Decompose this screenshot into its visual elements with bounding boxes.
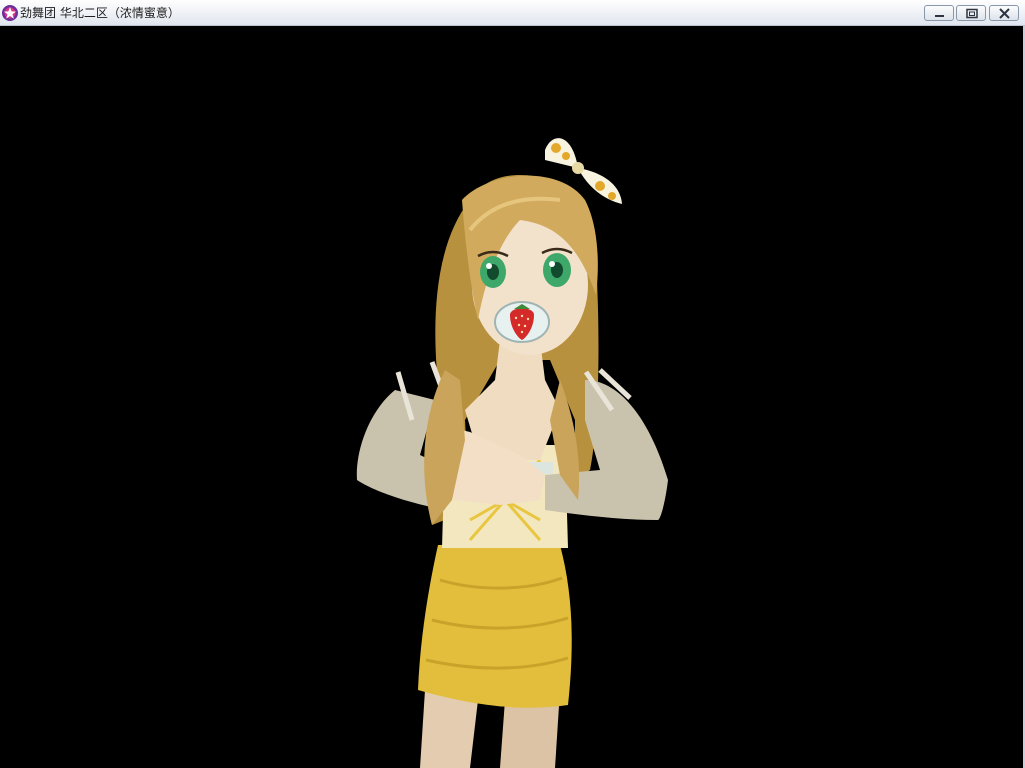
title-bar[interactable]: 劲舞团 华北二区（浓情蜜意） — [0, 0, 1025, 26]
dancer-avatar — [356, 138, 668, 768]
skirt — [418, 545, 572, 708]
game-window: 劲舞团 华北二区（浓情蜜意） — [0, 0, 1025, 768]
close-icon — [999, 8, 1010, 19]
game-viewport[interactable] — [0, 26, 1025, 768]
minimize-button[interactable] — [924, 5, 954, 21]
close-button[interactable] — [989, 5, 1019, 21]
restore-icon — [966, 8, 978, 19]
restore-button[interactable] — [956, 5, 986, 21]
app-icon — [2, 5, 18, 21]
minimize-icon — [935, 15, 944, 17]
window-title: 劲舞团 华北二区（浓情蜜意） — [20, 6, 180, 20]
